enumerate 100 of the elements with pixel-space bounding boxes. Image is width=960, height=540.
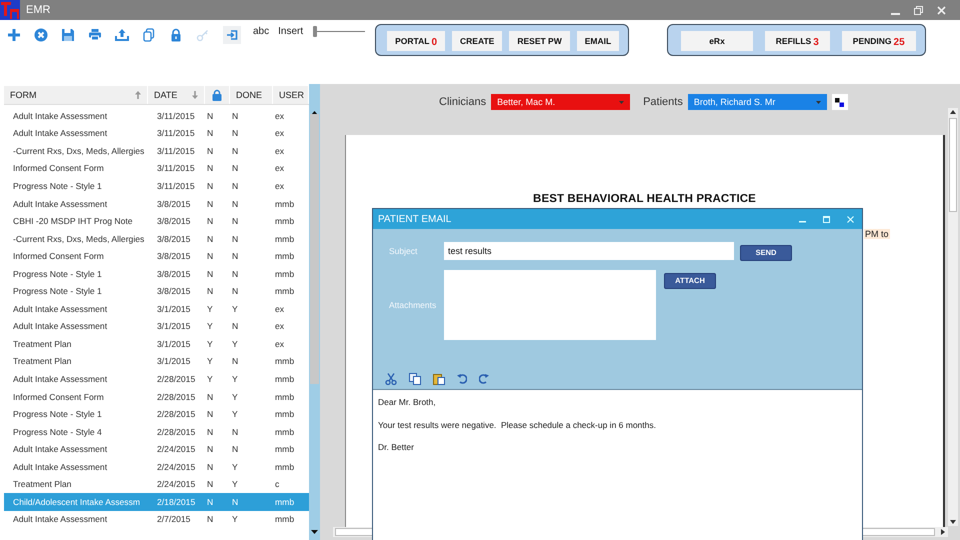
table-cell-text: Treatment Plan (12, 338, 72, 349)
table-row[interactable]: Adult Intake Assessment 3/11/2015 N N ex (4, 107, 309, 125)
table-cell-text: 2/28/2015 (156, 392, 196, 402)
table-cell-text: mmb (274, 356, 296, 366)
save-icon[interactable] (61, 28, 75, 42)
subject-field[interactable]: test results (444, 242, 734, 260)
lock-icon[interactable] (169, 28, 183, 42)
table-row[interactable]: Adult Intake Assessment 2/7/2015 N Y mmb (4, 510, 309, 528)
table-cell-text: Progress Note - Style 1 (12, 268, 103, 279)
table-cell-text: Y (231, 514, 239, 524)
table-cell-text: N (231, 128, 240, 138)
table-row[interactable]: Treatment Plan 2/24/2015 N Y c (4, 475, 309, 494)
message-body[interactable]: Dear Mr. Broth, Your test results were negative. Please schedule a check-up in 6 months. Dr. Better (373, 390, 862, 472)
table-row[interactable]: Adult Intake Assessment 3/1/2015 Y N ex (4, 318, 309, 336)
table-cell-text: 2/7/2015 (156, 514, 192, 524)
slider-thumb[interactable] (313, 26, 318, 37)
table-cell-text: Informed Consent Form (12, 392, 105, 402)
table-row[interactable]: Informed Consent Form 3/11/2015 N N ex (4, 160, 309, 178)
undo-icon[interactable] (457, 374, 467, 384)
table-row[interactable]: -Current Rxs, Dxs, Meds, Allergies 3/11/2015 N N ex (4, 142, 309, 160)
table-cell-text: N (231, 163, 240, 174)
table-cell-text: ex (274, 110, 286, 121)
table-cell-text: 3/8/2015 (156, 234, 192, 244)
dropdown[interactable]: Better, Mac M. (491, 94, 630, 110)
table-row[interactable]: Adult Intake Assessment 3/11/2015 N N ex (4, 124, 309, 142)
table-row[interactable]: Adult Intake Assessment 2/24/2015 N Y mmb (4, 458, 309, 476)
column-header[interactable]: DONE (230, 86, 273, 104)
table-row[interactable]: Progress Note - Style 1 3/11/2015 N N ex (4, 177, 309, 195)
close-icon[interactable] (937, 6, 946, 14)
table-cell-text: Adult Intake Assessment (12, 374, 108, 384)
toolbar-label[interactable]: Insert (278, 26, 304, 37)
table-cell-text: Adult Intake Assessment (12, 321, 108, 332)
message-line: Dr. Better (378, 442, 415, 452)
upload-icon[interactable] (115, 28, 129, 42)
column-header[interactable]: FORM (4, 86, 148, 104)
table-cell-text: ex (274, 163, 286, 174)
dropdown[interactable]: Broth, Richard S. Mr (688, 94, 827, 110)
table-row[interactable]: Progress Note - Style 1 2/28/2015 N Y mmb (4, 405, 309, 423)
table-cell-text: N (206, 216, 214, 226)
scroll-right-icon[interactable] (941, 529, 945, 535)
document-heading: BEST BEHAVIORAL HEALTH PRACTICE (532, 193, 757, 205)
table-row[interactable]: CBHI -20 MSDP IHT Prog Note 3/8/2015 N N mmb (4, 212, 309, 230)
table-row[interactable]: Progress Note - Style 1 3/8/2015 N N mmb (4, 282, 309, 300)
table-row[interactable]: Adult Intake Assessment 3/8/2015 N N mmb (4, 194, 309, 212)
redo-icon[interactable] (479, 374, 489, 384)
table-row[interactable]: Treatment Plan 3/1/2015 Y N mmb (4, 352, 309, 370)
sign-in-button[interactable] (223, 26, 241, 44)
table-row[interactable]: Adult Intake Assessment 3/1/2015 Y Y ex (4, 300, 309, 318)
restore-icon[interactable] (914, 6, 923, 14)
table-cell-text: Y (231, 338, 239, 349)
field-label: Clinicians (439, 96, 486, 108)
logo-icon (0, 0, 20, 20)
table-cell-text: Y (206, 338, 214, 349)
scroll-down-icon[interactable] (950, 520, 956, 524)
table-cell-text: mmb (274, 392, 296, 402)
dialog-title: PATIENT EMAIL (378, 214, 452, 224)
attachments-field[interactable] (444, 270, 656, 340)
maximize-icon[interactable] (823, 216, 830, 222)
table-row[interactable]: -Current Rxs, Dxs, Meds, Allergies 3/8/2015 N N mmb (4, 230, 309, 248)
sort-up-icon (135, 91, 141, 99)
toolbar-button[interactable]: eRx (681, 31, 753, 51)
table-cell-text: Adult Intake Assessment (12, 462, 108, 472)
print-icon[interactable] (88, 28, 102, 42)
copy-icon[interactable] (142, 28, 156, 42)
scissors-icon[interactable] (385, 373, 397, 385)
table-row[interactable]: Treatment Plan 3/1/2015 Y Y ex (4, 335, 309, 353)
pattern-button[interactable] (832, 94, 848, 110)
scroll-thumb[interactable] (949, 118, 957, 212)
table-cell-text: mmb (274, 198, 296, 208)
table-row[interactable]: Progress Note - Style 4 2/28/2015 N N mmb (4, 422, 309, 440)
table-row[interactable]: Progress Note - Style 1 3/8/2015 N N mmb (4, 264, 309, 282)
table-row[interactable]: Informed Consent Form 2/28/2015 N Y mmb (4, 388, 309, 406)
lock-icon (212, 89, 222, 101)
table-cell-text: N (206, 286, 214, 296)
add-icon[interactable] (7, 28, 21, 42)
toolbar-button[interactable]: RESET PW (509, 31, 570, 51)
close-icon[interactable] (847, 216, 854, 222)
table-cell-text: 3/11/2015 (156, 128, 196, 138)
scroll-up-icon[interactable] (950, 110, 956, 114)
toolbar-label[interactable]: abc (253, 26, 270, 37)
slider[interactable] (313, 26, 366, 38)
table-cell-text: Adult Intake Assessment (12, 110, 108, 121)
table-row[interactable]: Informed Consent Form 3/8/2015 N N mmb (4, 247, 309, 265)
toolbar-button[interactable]: EMAIL (576, 31, 620, 51)
paste-icon[interactable] (433, 373, 445, 385)
caret-icon (619, 100, 624, 104)
copy-icon[interactable] (409, 373, 421, 385)
table-cell-text: N (231, 321, 240, 332)
table-cell-text: Child/Adolescent Intake Assessm (12, 496, 142, 507)
table-cell-text: Adult Intake Assessment (12, 444, 108, 454)
scroll-down-icon[interactable] (311, 530, 318, 534)
toolbar-button[interactable]: CREATE (452, 31, 502, 51)
table-cell-text: CBHI -20 MSDP IHT Prog Note (12, 216, 134, 226)
sign-in-icon (226, 29, 238, 41)
table-row[interactable]: Adult Intake Assessment 2/24/2015 N N mmb (4, 440, 309, 458)
table-cell-text: 3/11/2015 (156, 180, 196, 191)
column-header[interactable]: DATE (148, 86, 205, 104)
cancel-icon[interactable] (34, 28, 48, 42)
table-row[interactable]: Adult Intake Assessment 2/28/2015 Y Y mmb (4, 370, 309, 388)
scroll-thumb[interactable] (310, 114, 319, 384)
